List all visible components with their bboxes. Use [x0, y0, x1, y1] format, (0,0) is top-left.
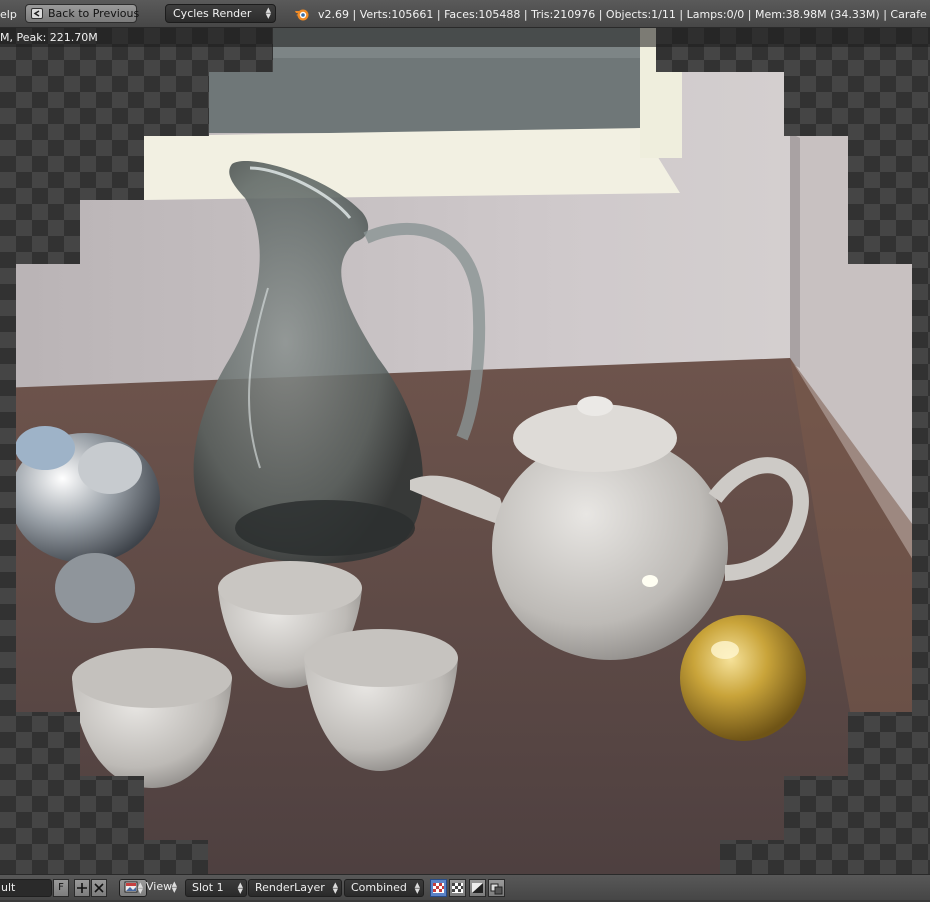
render-result-image — [16, 28, 912, 874]
help-menu[interactable]: elp — [0, 8, 17, 21]
alpha-checker-icon[interactable] — [430, 879, 447, 897]
updown-arrows-icon: ▲ ▼ — [414, 881, 420, 895]
back-arrow-icon — [31, 8, 43, 19]
image-name-field[interactable]: ult — [0, 879, 52, 897]
image-editor-viewport[interactable]: M, Peak: 221.70M — [0, 28, 930, 874]
render-engine-select[interactable]: Cycles Render ▲ ▼ — [165, 4, 276, 23]
slot-label: Slot 1 — [192, 881, 224, 894]
view-menu[interactable]: View ▲ ▼ — [140, 879, 180, 897]
fake-user-button[interactable]: F — [53, 879, 69, 897]
info-header: elp Back to Previous Cycles Render ▲ ▼ v2… — [0, 0, 930, 28]
back-to-previous-label: Back to Previous — [48, 7, 140, 20]
render-pass-label: Combined — [351, 881, 407, 894]
unlink-icon[interactable] — [91, 879, 107, 897]
updown-arrows-icon: ▲ ▼ — [332, 881, 338, 895]
slot-select[interactable]: Slot 1 ▲ ▼ — [185, 879, 247, 897]
updown-arrows-icon: ▲ ▼ — [171, 880, 177, 894]
blender-logo-icon — [295, 9, 309, 21]
add-icon[interactable] — [74, 879, 90, 897]
back-to-previous-button[interactable]: Back to Previous — [25, 4, 140, 23]
copy-icon[interactable] — [488, 879, 505, 897]
render-info-line: M, Peak: 221.70M — [0, 28, 930, 47]
render-pass-select[interactable]: Combined ▲ ▼ — [344, 879, 424, 897]
updown-arrows-icon: ▲ ▼ — [237, 881, 243, 895]
render-layer-select[interactable]: RenderLayer ▲ ▼ — [248, 879, 342, 897]
updown-arrows-icon: ▲ ▼ — [265, 6, 271, 20]
render-layer-label: RenderLayer — [255, 881, 325, 894]
scene-stats: v2.69 | Verts:105661 | Faces:105488 | Tr… — [318, 8, 927, 21]
image-editor-header: ult F ▲ ▼ View ▲ ▼ Slot 1 ▲ ▼ RenderLayer ▲… — [0, 874, 930, 900]
alpha-only-icon[interactable] — [449, 879, 466, 897]
z-buffer-icon[interactable] — [469, 879, 486, 897]
gold-sphere-object — [680, 615, 806, 741]
view-menu-label: View — [146, 880, 173, 893]
render-engine-label: Cycles Render — [173, 7, 252, 20]
image-editor-icon — [124, 881, 138, 893]
